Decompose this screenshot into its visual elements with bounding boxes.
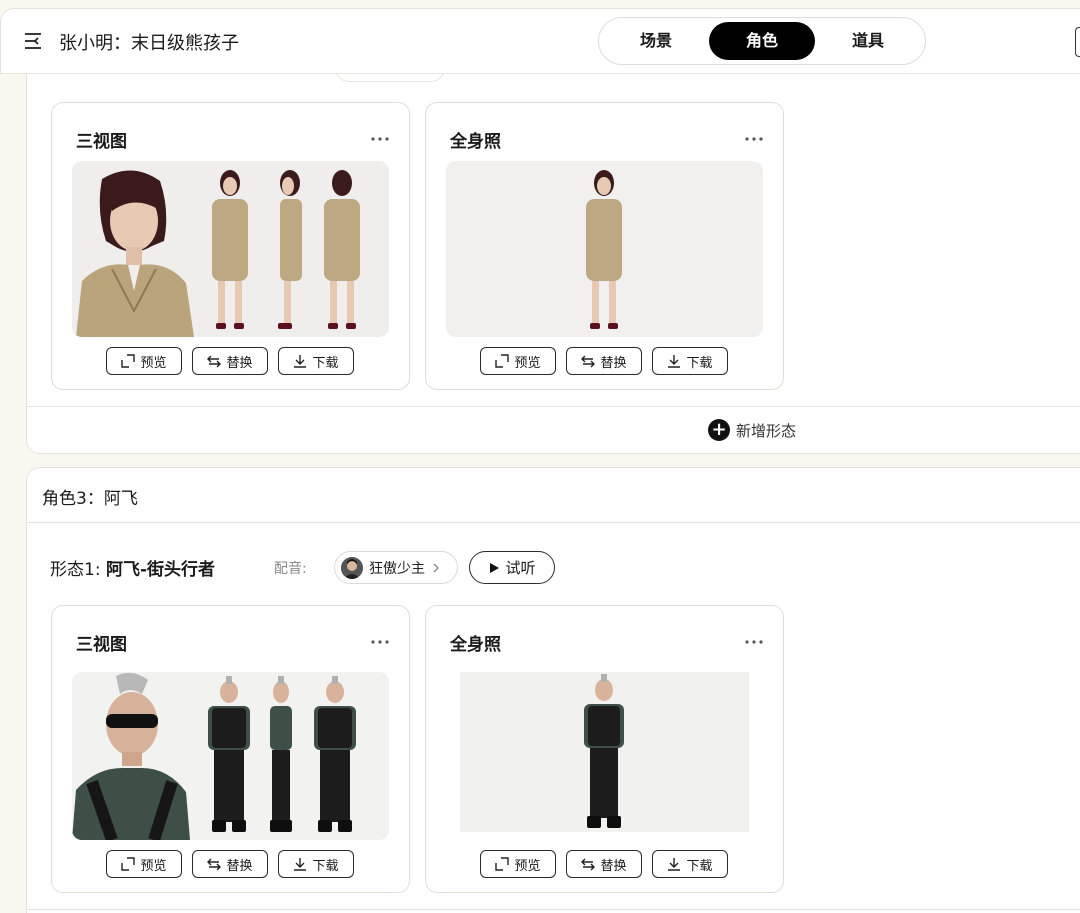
download-button[interactable]: 下载 (278, 347, 354, 375)
download-icon (294, 355, 307, 368)
listen-label: 试听 (505, 559, 536, 577)
more-icon[interactable] (371, 137, 389, 141)
full-body-image[interactable] (460, 672, 749, 832)
card-title: 三视图 (76, 635, 127, 655)
download-button[interactable]: 下载 (652, 850, 728, 878)
preview-button[interactable]: 预览 (106, 850, 182, 878)
replace-label: 替换 (226, 858, 253, 874)
swap-icon (581, 355, 596, 368)
more-icon[interactable] (745, 640, 763, 644)
add-form-label: 新增形态 (736, 421, 797, 440)
card-title: 全身照 (450, 635, 501, 655)
replace-button[interactable]: 替换 (192, 850, 268, 878)
replace-button[interactable]: 替换 (566, 850, 642, 878)
download-icon (668, 858, 681, 871)
voice-name: 狂傲少主 (369, 560, 425, 577)
tab-scene[interactable]: 场景 (603, 22, 709, 60)
card-title: 三视图 (76, 132, 127, 152)
voice-label: 配音: (274, 561, 307, 577)
replace-button[interactable]: 替换 (192, 347, 268, 375)
replace-button[interactable]: 替换 (566, 347, 642, 375)
tab-props[interactable]: 道具 (815, 22, 921, 60)
three-view-image[interactable] (72, 161, 389, 337)
form-label: 形态1: 阿飞-街头行者 (50, 555, 215, 580)
swap-icon (207, 858, 222, 871)
preview-label: 预览 (514, 858, 541, 874)
tab-character[interactable]: 角色 (709, 22, 815, 60)
listen-button[interactable]: 试听 (469, 551, 555, 584)
project-title: 张小明：末日级熊孩子 (59, 33, 239, 54)
download-label: 下载 (312, 858, 339, 874)
play-icon (490, 562, 500, 573)
replace-label: 替换 (600, 858, 627, 874)
header-action-button[interactable] (1075, 27, 1080, 57)
app-header: 张小明：末日级熊孩子 场景 角色 道具 (0, 8, 1080, 74)
more-icon[interactable] (371, 640, 389, 644)
avatar (341, 556, 363, 579)
swap-icon (581, 858, 596, 871)
divider (26, 909, 1080, 910)
download-icon (294, 858, 307, 871)
replace-label: 替换 (226, 355, 253, 371)
divider (26, 406, 1080, 407)
preview-label: 预览 (140, 355, 167, 371)
full-body-card: 全身照 预览 替换 下载 (425, 102, 784, 390)
swap-icon (207, 355, 222, 368)
download-label: 下载 (312, 355, 339, 371)
full-body-card: 全身照 预览 替换 下载 (425, 605, 784, 893)
expand-icon (495, 857, 510, 871)
replace-label: 替换 (600, 355, 627, 371)
form-name: 阿飞-街头行者 (105, 560, 216, 580)
download-label: 下载 (686, 858, 713, 874)
menu-collapse-icon[interactable] (23, 31, 43, 51)
expand-icon (121, 354, 136, 368)
three-view-image[interactable] (72, 672, 389, 840)
three-view-card: 三视图 预览 替换 下载 (51, 605, 410, 893)
more-icon[interactable] (745, 137, 763, 141)
form-prefix: 形态1: (50, 560, 106, 580)
three-view-card: 三视图 预览 替换 下载 (51, 102, 410, 390)
add-form-button[interactable]: + 新增形态 (708, 419, 796, 441)
chevron-right-icon (433, 563, 439, 572)
download-button[interactable]: 下载 (278, 850, 354, 878)
preview-label: 预览 (514, 355, 541, 371)
preview-label: 预览 (140, 858, 167, 874)
divider (26, 522, 1080, 523)
plus-icon: + (708, 419, 730, 441)
full-body-image[interactable] (446, 161, 763, 337)
preview-button[interactable]: 预览 (480, 850, 556, 878)
expand-icon (495, 354, 510, 368)
download-icon (668, 355, 681, 368)
download-label: 下载 (686, 355, 713, 371)
expand-icon (121, 857, 136, 871)
preview-button[interactable]: 预览 (480, 347, 556, 375)
voice-selector[interactable]: 狂傲少主 (334, 551, 458, 584)
download-button[interactable]: 下载 (652, 347, 728, 375)
preview-button[interactable]: 预览 (106, 347, 182, 375)
role-heading: 角色3：阿飞 (42, 489, 138, 509)
category-tabs: 场景 角色 道具 (598, 17, 926, 65)
card-title: 全身照 (450, 132, 501, 152)
